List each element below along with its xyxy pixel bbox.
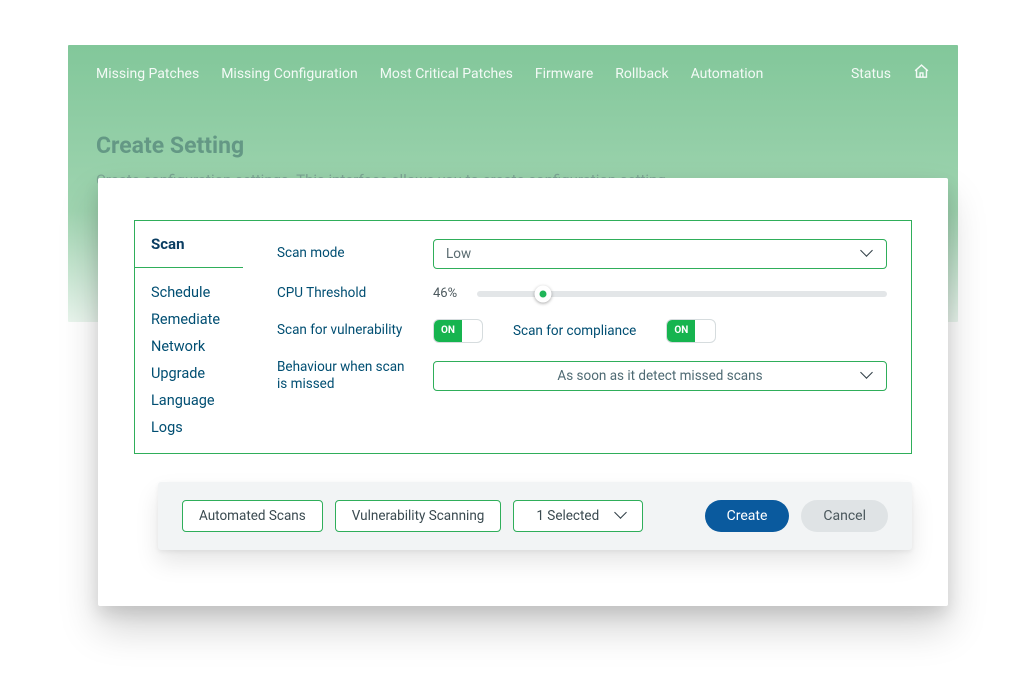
settings-box: Scan Schedule Remediate Network Upgrade …: [134, 220, 912, 454]
cancel-button[interactable]: Cancel: [801, 500, 888, 532]
chip-vulnerability-scanning[interactable]: Vulnerability Scanning: [335, 500, 502, 532]
chevron-down-icon: [862, 248, 874, 260]
scan-vuln-toggle[interactable]: ON: [433, 319, 483, 343]
top-nav: Missing Patches Missing Configuration Mo…: [96, 63, 930, 84]
toggle-on-label: ON: [434, 320, 462, 342]
nav-most-critical-patches[interactable]: Most Critical Patches: [380, 66, 513, 82]
tab-upgrade[interactable]: Upgrade: [135, 360, 245, 387]
selected-count-label: 1 Selected: [536, 508, 599, 524]
scan-mode-label: Scan mode: [277, 245, 417, 263]
nav-automation[interactable]: Automation: [691, 66, 764, 82]
cpu-threshold-slider[interactable]: [477, 291, 887, 297]
chevron-down-icon: [862, 370, 874, 382]
cpu-threshold-value: 46%: [433, 286, 467, 301]
tab-schedule[interactable]: Schedule: [135, 279, 245, 306]
chip-automated-scans[interactable]: Automated Scans: [182, 500, 323, 532]
scan-vuln-label: Scan for vulnerability: [277, 322, 417, 340]
tab-language[interactable]: Language: [135, 387, 245, 414]
behaviour-label: Behaviour when scan is missed: [277, 359, 417, 394]
tab-scan[interactable]: Scan: [134, 220, 243, 268]
nav-firmware[interactable]: Firmware: [535, 66, 593, 82]
scan-panel: Scan mode Low CPU Threshold 46% Scan for…: [245, 221, 911, 453]
action-bar: Automated Scans Vulnerability Scanning 1…: [158, 482, 912, 550]
chevron-down-icon: [616, 510, 628, 522]
home-icon[interactable]: [913, 63, 930, 84]
behaviour-select[interactable]: As soon as it detect missed scans: [433, 361, 887, 391]
tab-network[interactable]: Network: [135, 333, 245, 360]
scan-comp-label: Scan for compliance: [513, 323, 636, 339]
create-setting-modal: Scan Schedule Remediate Network Upgrade …: [98, 178, 948, 606]
scan-mode-select[interactable]: Low: [433, 239, 887, 269]
chip-selected-count[interactable]: 1 Selected: [513, 500, 643, 532]
nav-missing-patches[interactable]: Missing Patches: [96, 66, 199, 82]
nav-rollback[interactable]: Rollback: [615, 66, 668, 82]
toggle-on-label: ON: [667, 320, 695, 342]
tab-scan-label: Scan: [135, 221, 243, 253]
create-button[interactable]: Create: [705, 500, 790, 532]
cpu-threshold-label: CPU Threshold: [277, 285, 417, 303]
nav-status[interactable]: Status: [851, 66, 891, 82]
slider-thumb[interactable]: [534, 285, 551, 302]
tab-remediate[interactable]: Remediate: [135, 306, 245, 333]
tab-logs[interactable]: Logs: [135, 414, 245, 441]
scan-comp-toggle[interactable]: ON: [666, 319, 716, 343]
scan-mode-value: Low: [446, 246, 471, 262]
page-title: Create Setting: [96, 132, 930, 159]
nav-missing-configuration[interactable]: Missing Configuration: [221, 66, 358, 82]
behaviour-value: As soon as it detect missed scans: [557, 368, 762, 384]
